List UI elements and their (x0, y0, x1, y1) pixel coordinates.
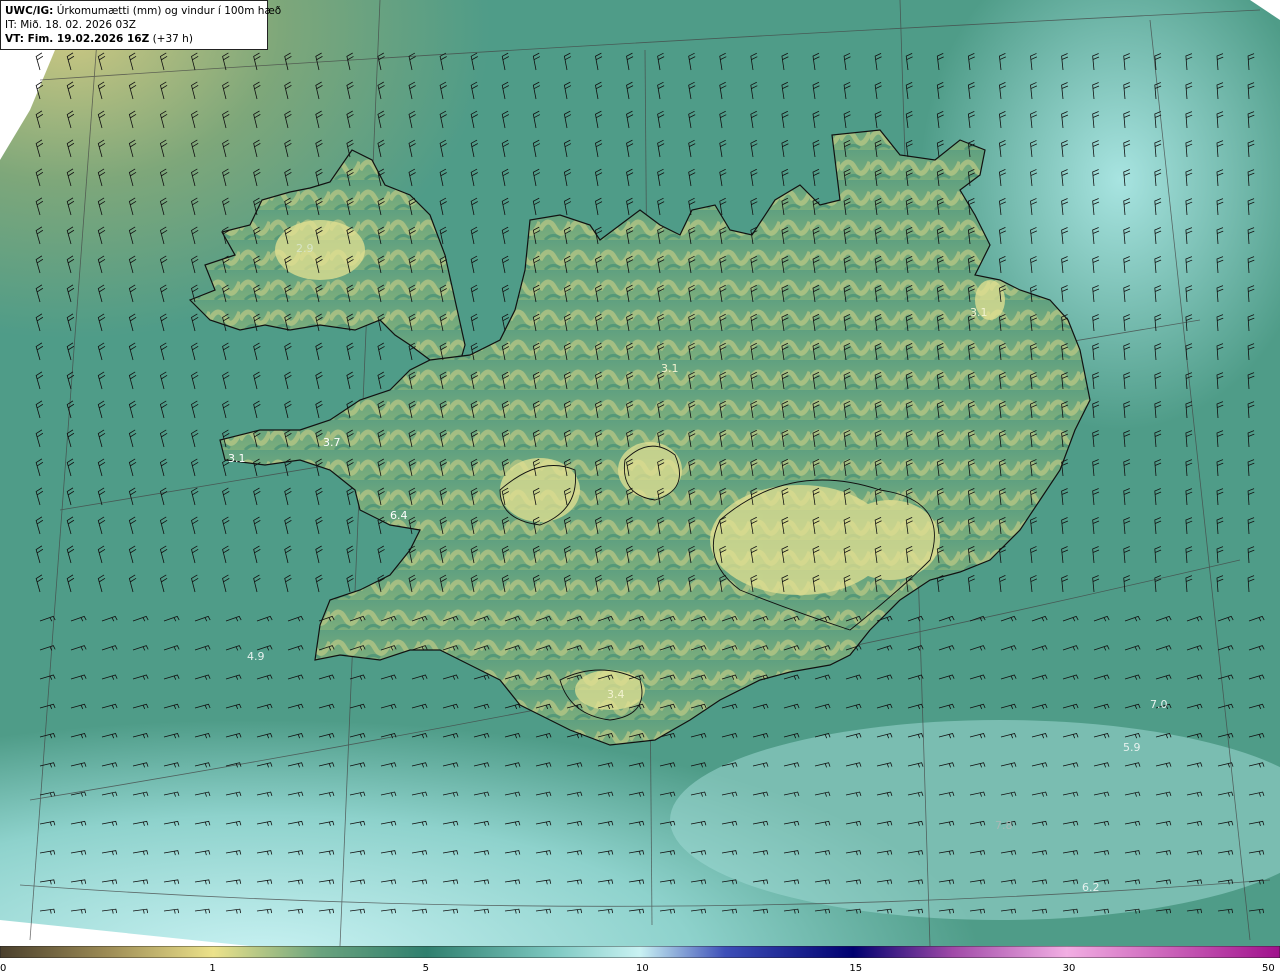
precip-colorbar (0, 946, 1280, 958)
colorbar-tick-15: 15 (849, 963, 863, 974)
colorbar-tick-10: 10 (636, 963, 649, 974)
colorbar-tick-1: 1 (209, 963, 216, 974)
colorbar-tick-50: 50 (1262, 963, 1275, 974)
colorbar-tick-labels: 0 1 5 10 15 30 50 (0, 960, 1280, 978)
value-label-3-4-south: 3.4 (607, 688, 625, 701)
value-label-6-2-south-sea: 6.2 (1082, 881, 1100, 894)
value-label-3-7-snaefellsnes: 3.7 (323, 436, 341, 449)
model-prefix: UWC/IG: (5, 5, 54, 17)
value-label-3-1-east: 3.1 (970, 306, 988, 319)
colorbar-tick-5: 5 (422, 963, 430, 974)
value-label-2-9-westfjords: 2.9 (296, 242, 314, 255)
value-label-3-1-north: 3.1 (661, 362, 679, 375)
value-label-7-0-southeast-sea: 7.0 (1150, 698, 1168, 711)
valid-time-line: VT: Fim. 19.02.2026 16Z (+37 h) (5, 32, 263, 46)
product-title: Úrkomumætti (mm) og vindur í 100m hæð (56, 5, 282, 17)
map-header: UWC/IG: Úrkomumætti (mm) og vindur í 100… (0, 0, 281, 50)
valid-time: VT: Fim. 19.02.2026 16Z (5, 33, 150, 45)
issue-time: IT: Mið. 18. 02. 2026 03Z (5, 19, 136, 31)
value-label-6-4-faxafloi: 6.4 (390, 509, 408, 522)
colorbar-tick-30: 30 (1062, 963, 1076, 974)
colorbar-tick-0: 0 (0, 963, 7, 974)
value-label-7-8-south-sea: 7.8 (995, 819, 1013, 832)
value-label-4-9-southwest-sea: 4.9 (247, 650, 265, 663)
value-label-5-9-southeast-sea: 5.9 (1123, 741, 1141, 754)
header-title-line: UWC/IG: Úrkomumætti (mm) og vindur í 100… (5, 4, 281, 18)
forecast-lead: (+37 h) (152, 33, 193, 45)
forecast-map: 2.9 3.7 3.1 6.4 3.1 3.1 4.9 3.4 7.0 5.9 … (0, 0, 1280, 946)
value-label-3-1-west-tip: 3.1 (228, 452, 246, 465)
